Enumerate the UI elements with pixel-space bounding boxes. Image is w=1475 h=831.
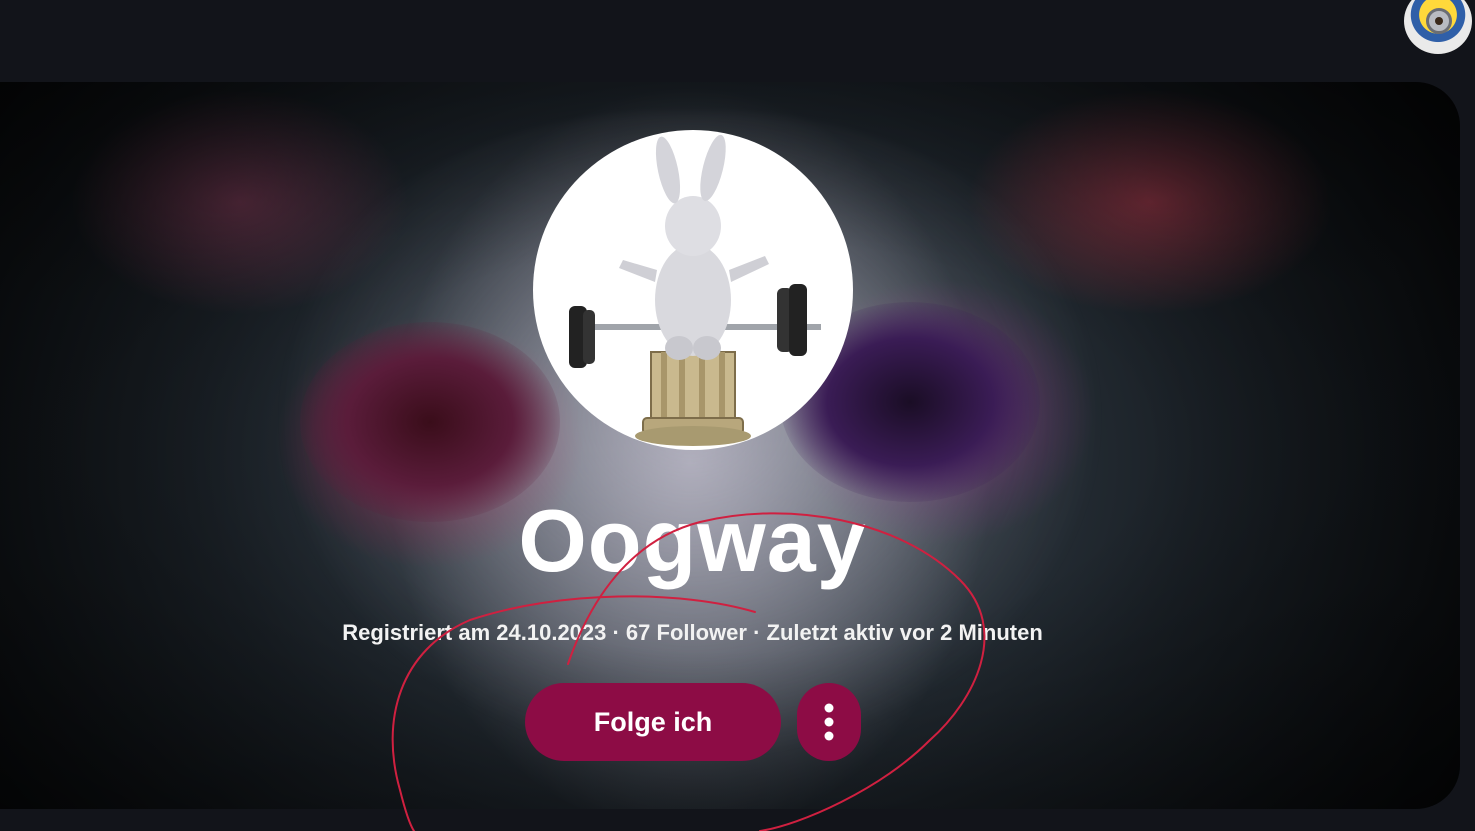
- top-bar: [0, 0, 1475, 82]
- profile-username: Oogway: [518, 491, 867, 590]
- follow-button[interactable]: Folge ich: [525, 683, 781, 761]
- minion-avatar-icon: [1426, 8, 1452, 34]
- more-vertical-icon: [824, 703, 834, 741]
- more-options-button[interactable]: [797, 683, 861, 761]
- profile-meta: Registriert am 24.10.2023 · 67 Follower …: [342, 620, 1043, 645]
- user-avatar[interactable]: [1404, 0, 1472, 54]
- rabbid-weightlifter-avatar-icon: [569, 134, 821, 446]
- profile-avatar[interactable]: [533, 130, 853, 450]
